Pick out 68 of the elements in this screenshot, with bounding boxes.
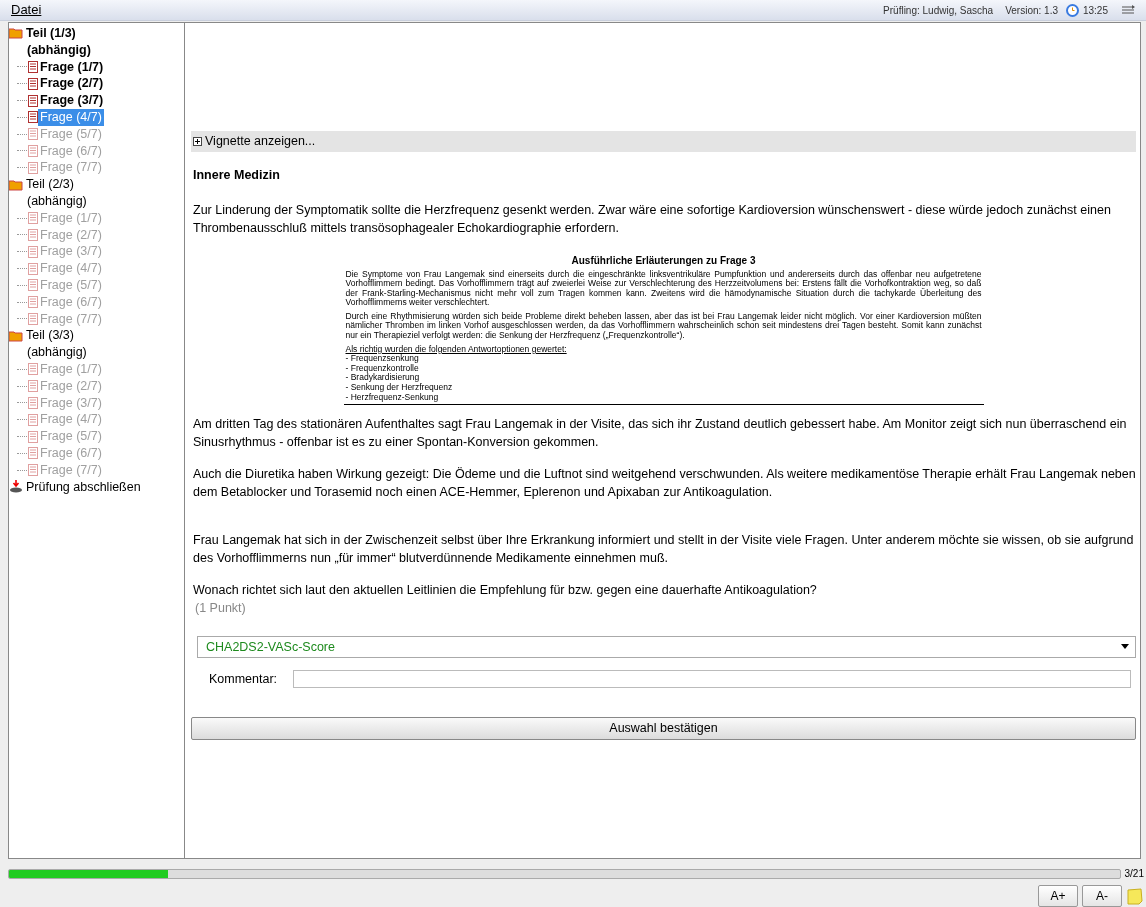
comment-label: Kommentar: [209,670,278,688]
candidate-label: Prüfling: Ludwig, Sascha [883,3,994,18]
part-sublabel: (abhängig) [26,344,88,361]
points-label: (1 Punkt) [195,600,247,618]
version-label: Version: 1.3 [1005,3,1058,18]
progress-reading: 3/21 [1124,867,1144,881]
document-list-item: - Frequenzsenkung [345,354,420,364]
part-sublabel: (abhängig) [26,41,92,59]
part-label[interactable]: Teil (2/3) [26,176,74,193]
document-icon [28,312,38,325]
paragraph: Am dritten Tag des stationären Aufenthaltes sagt Frau Langemak in der Visite, das sich ihr Zustand deutlich gebessert habe. Am Monitor zeigt sich nun überraschend ein Sinusrhythmus - offenbar ist es zu einer Spontan-Konversion gekommen. [193,416,1128,452]
finish-link[interactable]: Prüfung abschließen [26,478,141,496]
document-paragraph: Durch eine Rhythmisierung würden sich beide Probleme direkt beheben lassen, aber das ist bei Frau Langemak leider nicht möglich. Vor einer Kardioversion müßten nämlicher Thromben im linken Vorhof ausgeschlossen werden, da das Vorhofflimmern wahrscheinlich schon seit mindestens drei Tagen besteht. Somit kann zunächst nur ein Therapieziel verfolgt werden: die Senkung der Herzfrequenz („Frequenzkontrolle“). [345,311,982,341]
document-icon [28,464,38,477]
document-icon [28,245,38,258]
document-list-item: - Herzfrequenz-Senkung [345,392,439,403]
document-icon [28,447,38,460]
question-item[interactable]: Frage (3/7) [38,92,106,109]
document-icon [28,77,38,90]
paragraph: Auch die Diuretika haben Wirkung gezeigt: Die Ödeme und die Luftnot sind weitgehend verschwunden. Als weitere medikamentöse Therapie erhält Frau Langemak neben dem Betablocker und Torasemid noch einen ACE-Hemmer, Eplerenon und Apixaban zur Antikoagulation. [193,466,1136,502]
document-icon [28,279,38,292]
paragraph: Zur Linderung der Symptomatik sollte die Herzfrequenz gesenkt werden. Zwar wäre eine sofortige Kardioversion wünschenswert - diese würde jedoch zunächst einen Thrombenausschluß mittels transösophagealer Echokardiographie erfordern. [193,201,1112,237]
answer-dropdown[interactable]: CHA2DS2-VASc-Score [197,635,1136,658]
question-text: Wonach richtet sich laut den aktuellen Leitlinien die Empfehlung für bzw. gegen eine dauerhafte Antikoagulation? [193,582,818,600]
document-icon [28,396,38,409]
finish-icon [9,480,23,494]
comment-field[interactable] [293,670,1131,689]
document-list-item: - Frequenzkontrolle [345,363,420,374]
document-icon [28,144,38,157]
document-icon [28,111,38,124]
clock-time: 13:25 [1082,3,1108,18]
keyboard-icon [1120,4,1136,16]
question-item[interactable]: Frage (2/7) [38,75,106,93]
confirm-button[interactable]: Auswahl bestätigen [191,716,1136,740]
document-icon [28,296,38,309]
menu-item[interactable]: Datei [11,0,42,20]
note-icon[interactable] [1126,887,1144,905]
folder-icon [9,178,23,191]
part-label[interactable]: Teil (1/3) [26,25,76,42]
document-list-heading: Als richtig wurden die folgenden Antwortoptionen gewertet: [345,344,568,354]
font-size-button[interactable]: A- [1082,885,1122,907]
document-paragraph: Die Symptome von Frau Langemak sind einerseits durch die eingeschränkte linksventrikuläre Pumpfunktion und andererseits durch das offenbar neu aufgetretene Vorhofflimmern bedingt. Das Vorhofflimmern trägt auf zweierlei Weise zur Verschlechterung des Herzzeitvolumens bei: Erstens fällt die Vorhofkontraktion weg, so daß der Frank-Starling-Mechanismus nicht mehr voll zum Tragen kommen kann. Zweitens wird die hämodynamische Situation durch die tachykarde Überleitung des Vorhofflimmerns weiter verschlechtert. [345,269,982,308]
document-icon [28,380,38,393]
document-list-item: - Senkung der Herzfrequenz [345,383,454,393]
clock-icon [1065,3,1079,17]
part-sublabel: (abhängig) [26,192,88,210]
caret-icon [1121,644,1129,650]
font-size-button[interactable]: A+ [1038,885,1078,907]
question-item[interactable]: Frage (1/7) [38,58,106,76]
document-icon [28,228,38,241]
document-icon [28,430,38,443]
document-list-item: - Bradykardisierung [345,373,420,384]
document-title: Ausführliche Erläuterungen zu Frage 3 [570,254,757,266]
question-item[interactable]: Frage (4/7) [38,109,104,126]
folder-icon [9,27,23,40]
part-label[interactable]: Teil (3/3) [26,327,74,345]
document-icon [28,161,38,174]
document-icon [28,94,38,107]
document-icon [28,262,38,275]
vignette-toggle[interactable]: Vignette anzeigen... [205,132,316,151]
document-icon [28,363,38,376]
document-icon [28,212,38,225]
document-icon [28,413,38,426]
paragraph: Frau Langemak hat sich in der Zwischenzeit selbst über Ihre Erkrankung informiert und stellt in der Visite viele Fragen. Unter anderem möchte sie wissen, ob sie aufgrund des Vorhofflimmerns nun „für immer“ blutverdünnende Medikamente einnehmen muß. [193,532,1135,568]
document-icon [28,61,38,73]
folder-icon [9,329,23,342]
document-icon [28,128,38,141]
subject-heading: Innere Medizin [193,166,281,184]
